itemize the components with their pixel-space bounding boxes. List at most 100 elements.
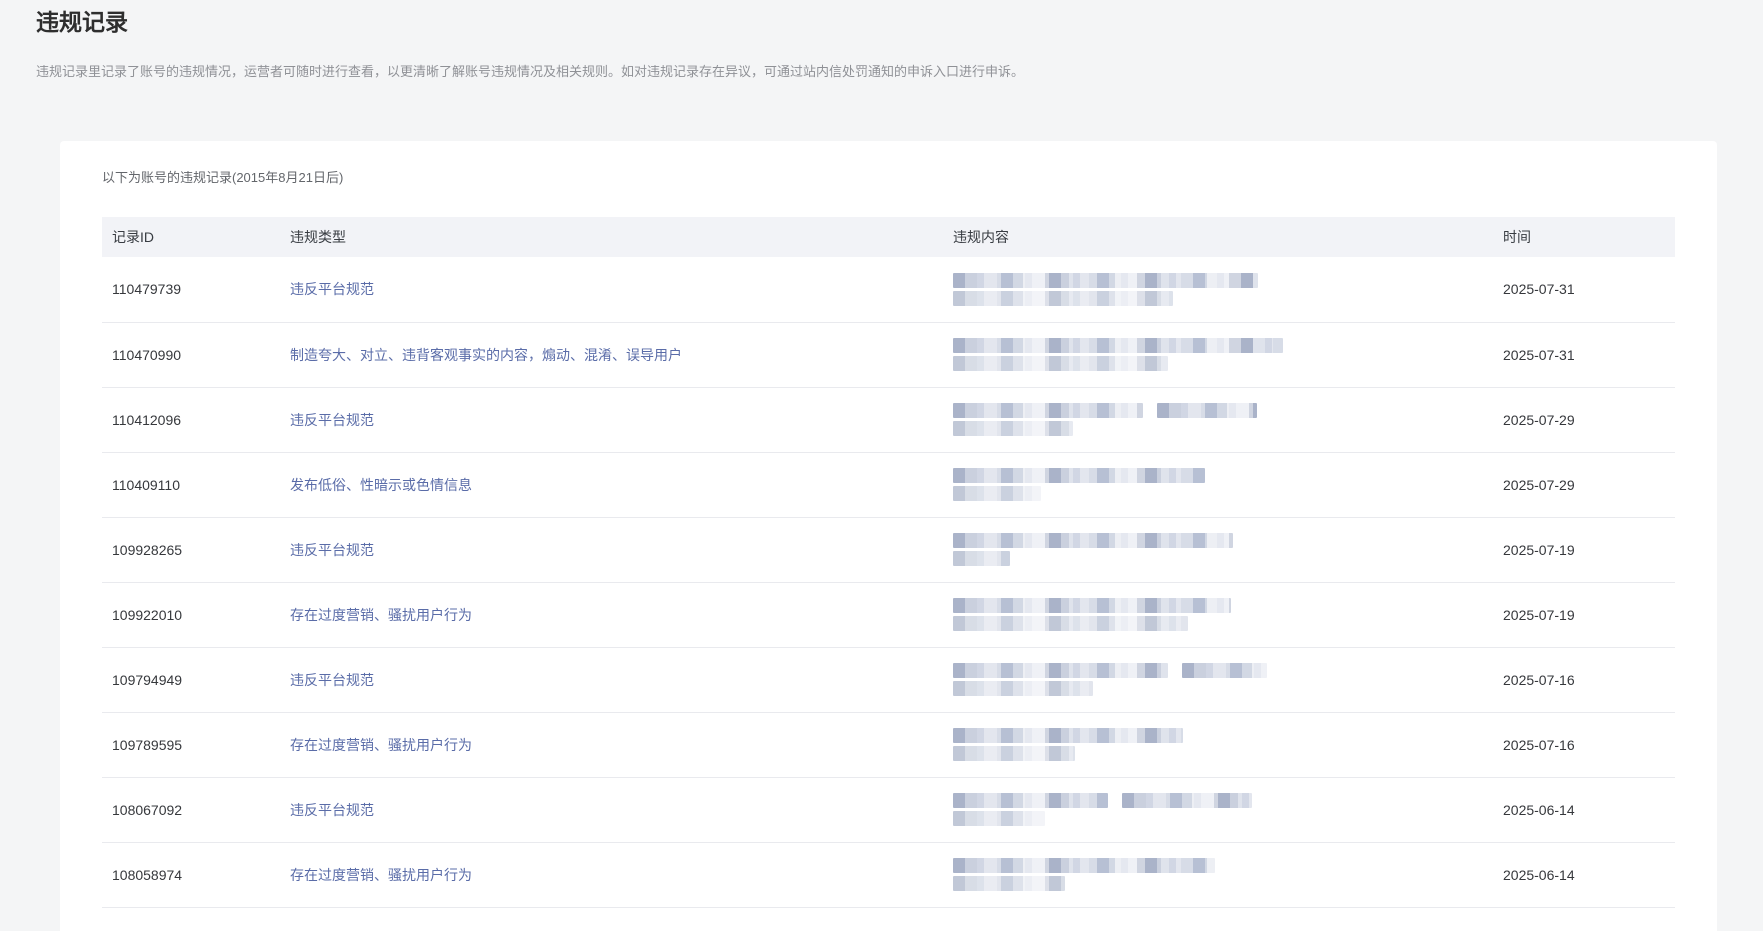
- violation-type-cell: 存在过度营销、骚扰用户行为: [280, 712, 943, 778]
- violation-type-link[interactable]: 制造夸大、对立、违背客观事实的内容，煽动、混淆、误导用户: [290, 347, 682, 363]
- mask-segment: [953, 468, 1205, 483]
- violation-content-cell: [943, 647, 1493, 713]
- violation-type-link[interactable]: 发布低俗、性暗示或色情信息: [290, 477, 472, 493]
- violations-card: 以下为账号的违规记录(2015年8月21日后) 记录ID 违规类型 违规内容 时…: [60, 141, 1717, 931]
- mask-segment: [953, 598, 1231, 613]
- redacted-content-mask: [953, 858, 1493, 891]
- violation-type-link[interactable]: 违反平台规范: [290, 802, 374, 818]
- table-row: 110470990 制造夸大、对立、违背客观事实的内容，煽动、混淆、误导用户 202…: [102, 322, 1675, 388]
- violation-content-cell: [943, 842, 1493, 908]
- record-id-cell: 109794949: [102, 647, 280, 713]
- redacted-content-mask: [953, 403, 1493, 436]
- redacted-content-mask: [953, 272, 1493, 306]
- table-row: 110479739 违反平台规范 2025-07-31: [102, 257, 1675, 323]
- mask-line: [953, 468, 1493, 483]
- violation-table-body: 110479739 违反平台规范 2025-07-31 110470990 制造夸大、对…: [102, 257, 1675, 908]
- violation-table: 记录ID 违规类型 违规内容 时间 110479739 违反平台规范 2025-07…: [102, 217, 1675, 908]
- violation-type-link[interactable]: 存在过度营销、骚扰用户行为: [290, 867, 472, 883]
- page-header: 违规记录 违规记录里记录了账号的违规情况，运营者可随时进行查看，以更清晰了解账号…: [0, 0, 1763, 81]
- mask-line: [953, 746, 1493, 761]
- record-id-cell: 109928265: [102, 517, 280, 583]
- violation-type-link[interactable]: 违反平台规范: [290, 281, 374, 297]
- table-row: 109794949 违反平台规范 2025-07-16: [102, 647, 1675, 713]
- record-id-cell: 108058974: [102, 842, 280, 908]
- violation-type-link[interactable]: 违反平台规范: [290, 412, 374, 428]
- date-cell: 2025-06-14: [1493, 842, 1675, 908]
- mask-segment: [1157, 403, 1257, 418]
- violation-content-cell: [943, 777, 1493, 843]
- table-row: 109922010 存在过度营销、骚扰用户行为 2025-07-19: [102, 582, 1675, 648]
- violation-type-cell: 违反平台规范: [280, 517, 943, 583]
- violation-content-cell: [943, 517, 1493, 583]
- violation-type-cell: 违反平台规范: [280, 387, 943, 453]
- violation-type-link[interactable]: 违反平台规范: [290, 542, 374, 558]
- mask-segment: [953, 793, 1108, 808]
- mask-line: [953, 616, 1493, 631]
- mask-segment: [953, 811, 1045, 826]
- mask-segment: [953, 421, 1073, 436]
- date-cell: 2025-07-29: [1493, 387, 1675, 453]
- mask-segment: [953, 272, 1258, 288]
- mask-segment: [953, 681, 1093, 696]
- mask-line: [953, 486, 1493, 501]
- mask-line: [953, 551, 1493, 566]
- violation-type-link[interactable]: 违反平台规范: [290, 672, 374, 688]
- redacted-content-mask: [953, 663, 1493, 696]
- violation-type-cell: 存在过度营销、骚扰用户行为: [280, 842, 943, 908]
- redacted-content-mask: [953, 533, 1493, 566]
- table-row: 108058974 存在过度营销、骚扰用户行为 2025-06-14: [102, 842, 1675, 908]
- card-subtitle: 以下为账号的违规记录(2015年8月21日后): [102, 170, 344, 185]
- mask-segment: [953, 663, 1168, 678]
- mask-line: [953, 793, 1493, 808]
- redacted-content-mask: [953, 793, 1493, 826]
- table-row: 110412096 违反平台规范 2025-07-29: [102, 387, 1675, 453]
- table-row: 108067092 违反平台规范 2025-06-14: [102, 777, 1675, 843]
- mask-segment: [953, 290, 1173, 306]
- violation-content-cell: [943, 387, 1493, 453]
- mask-line: [953, 272, 1493, 288]
- violation-type-cell: 违反平台规范: [280, 777, 943, 843]
- redacted-content-mask: [953, 338, 1493, 371]
- mask-line: [953, 681, 1493, 696]
- page-title: 违规记录: [36, 9, 128, 35]
- mask-line: [953, 421, 1493, 436]
- date-cell: 2025-07-19: [1493, 517, 1675, 583]
- column-header-violation-content: 违规内容: [943, 217, 1493, 257]
- record-id-cell: 109789595: [102, 712, 280, 778]
- table-row: 109928265 违反平台规范 2025-07-19: [102, 517, 1675, 583]
- mask-segment: [953, 876, 1065, 891]
- mask-line: [953, 858, 1493, 873]
- violation-content-cell: [943, 257, 1493, 323]
- violation-type-cell: 违反平台规范: [280, 257, 943, 323]
- violation-type-link[interactable]: 存在过度营销、骚扰用户行为: [290, 737, 472, 753]
- mask-line: [953, 598, 1493, 613]
- redacted-content-mask: [953, 598, 1493, 631]
- mask-line: [953, 338, 1493, 353]
- mask-line: [953, 290, 1493, 306]
- mask-line: [953, 533, 1493, 548]
- mask-segment: [953, 533, 1233, 548]
- record-id-cell: 108067092: [102, 777, 280, 843]
- date-cell: 2025-07-19: [1493, 582, 1675, 648]
- violation-type-cell: 发布低俗、性暗示或色情信息: [280, 452, 943, 518]
- violation-content-cell: [943, 452, 1493, 518]
- redacted-content-mask: [953, 468, 1493, 501]
- redacted-content-mask: [953, 728, 1493, 761]
- mask-segment: [953, 728, 1183, 743]
- table-header-row: 记录ID 违规类型 违规内容 时间: [102, 217, 1675, 257]
- violation-type-cell: 制造夸大、对立、违背客观事实的内容，煽动、混淆、误导用户: [280, 322, 943, 388]
- violation-type-link[interactable]: 存在过度营销、骚扰用户行为: [290, 607, 472, 623]
- violation-content-cell: [943, 582, 1493, 648]
- mask-segment: [953, 338, 1283, 353]
- mask-segment: [953, 356, 1168, 371]
- record-id-cell: 110409110: [102, 452, 280, 518]
- mask-segment: [953, 858, 1215, 873]
- column-header-record-id: 记录ID: [102, 217, 280, 257]
- mask-line: [953, 403, 1493, 418]
- record-id-cell: 110470990: [102, 322, 280, 388]
- date-cell: 2025-07-16: [1493, 647, 1675, 713]
- record-id-cell: 110412096: [102, 387, 280, 453]
- date-cell: 2025-07-31: [1493, 322, 1675, 388]
- column-header-time: 时间: [1493, 217, 1675, 257]
- violation-type-cell: 存在过度营销、骚扰用户行为: [280, 582, 943, 648]
